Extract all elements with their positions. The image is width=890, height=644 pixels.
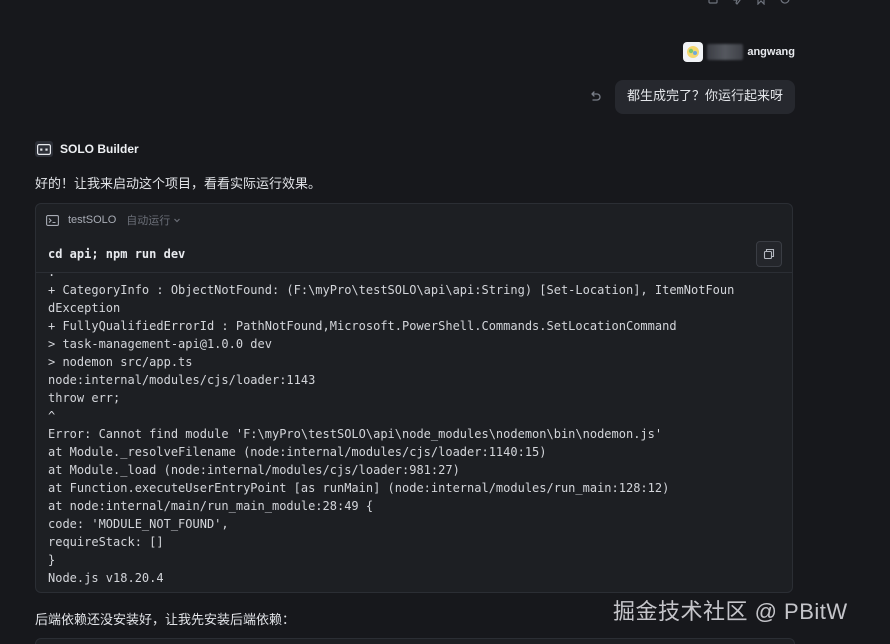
terminal-output-line: ^ — [48, 409, 56, 423]
watermark: 掘金技术社区 @ PBitW — [613, 599, 848, 624]
undo-icon[interactable] — [587, 89, 603, 105]
terminal-output-line: requireStack: [] — [48, 535, 164, 549]
agent-followup-text: 后端依赖还没安装好，让我先安装后端依赖： — [35, 613, 296, 628]
terminal-output-line: at node:internal/main/run_main_module:28… — [48, 499, 374, 513]
terminal-card: testSOLO 自动运行 cd api; npm run dev . + Cat… — [35, 203, 793, 593]
solo-builder-logo-icon — [35, 141, 53, 157]
bookmark-icon[interactable] — [753, 0, 769, 6]
terminal-output-line: + CategoryInfo : ObjectNotFound: (F:\myP… — [48, 283, 735, 297]
command-text: cd api; npm run dev — [48, 247, 186, 261]
terminal-output-line: > nodemon src/app.ts — [48, 355, 193, 369]
terminal-output-line: at Module._resolveFilename (node:interna… — [48, 445, 547, 459]
user-header: angwang — [683, 42, 795, 62]
terminal-output-line: dException — [48, 301, 121, 315]
copy-icon[interactable] — [705, 0, 721, 6]
user-message-bubble: 都生成完了？你运行起来呀 — [614, 80, 795, 114]
chat-view: angwang 都生成完了？你运行起来呀 SOLO Builder 好的！让我来… — [0, 0, 890, 644]
run-mode-dropdown[interactable]: 自动运行 — [126, 212, 181, 228]
terminal-icon — [46, 214, 60, 226]
terminal-output-line: Error: Cannot find module 'F:\myPro\test… — [48, 427, 663, 441]
copy-button[interactable] — [756, 241, 782, 267]
terminal-output-line: at Module._load (node:internal/modules/c… — [48, 463, 460, 477]
message-actions — [705, 0, 793, 6]
run-mode-label: 自动运行 — [126, 214, 171, 227]
thumbs-down-icon[interactable] — [729, 0, 745, 6]
terminal-title: testSOLO — [68, 214, 117, 226]
terminal-output-line: > task-management-api@1.0.0 dev — [48, 337, 272, 351]
redacted-username — [707, 44, 744, 60]
next-terminal-card — [35, 638, 795, 644]
terminal-output-line: } — [48, 553, 56, 567]
terminal-command: cd api; npm run dev — [36, 236, 792, 273]
user-name: angwang — [747, 46, 795, 58]
agent-name: SOLO Builder — [60, 142, 139, 156]
copy-icon — [763, 248, 775, 260]
avatar — [683, 42, 704, 62]
terminal-output-line: Node.js v18.20.4 — [48, 571, 164, 585]
terminal-header: testSOLO 自动运行 — [36, 204, 792, 236]
terminal-output-line: code: 'MODULE_NOT_FOUND', — [48, 517, 229, 531]
terminal-output-line: at Function.executeUserEntryPoint [as ru… — [48, 481, 670, 495]
chevron-down-icon — [174, 218, 181, 223]
refresh-icon[interactable] — [777, 0, 793, 6]
terminal-output-line: + FullyQualifiedErrorId : PathNotFound,M… — [48, 319, 677, 333]
terminal-output: . + CategoryInfo : ObjectNotFound: (F:\my… — [36, 263, 792, 587]
terminal-output-line: node:internal/modules/cjs/loader:1143 — [48, 373, 316, 387]
terminal-output-line: throw err; — [48, 391, 121, 405]
user-message-row: 都生成完了？你运行起来呀 — [587, 80, 795, 114]
agent-header: SOLO Builder — [35, 141, 139, 157]
agent-intro-text: 好的！让我来启动这个项目，看看实际运行效果。 — [35, 177, 322, 192]
